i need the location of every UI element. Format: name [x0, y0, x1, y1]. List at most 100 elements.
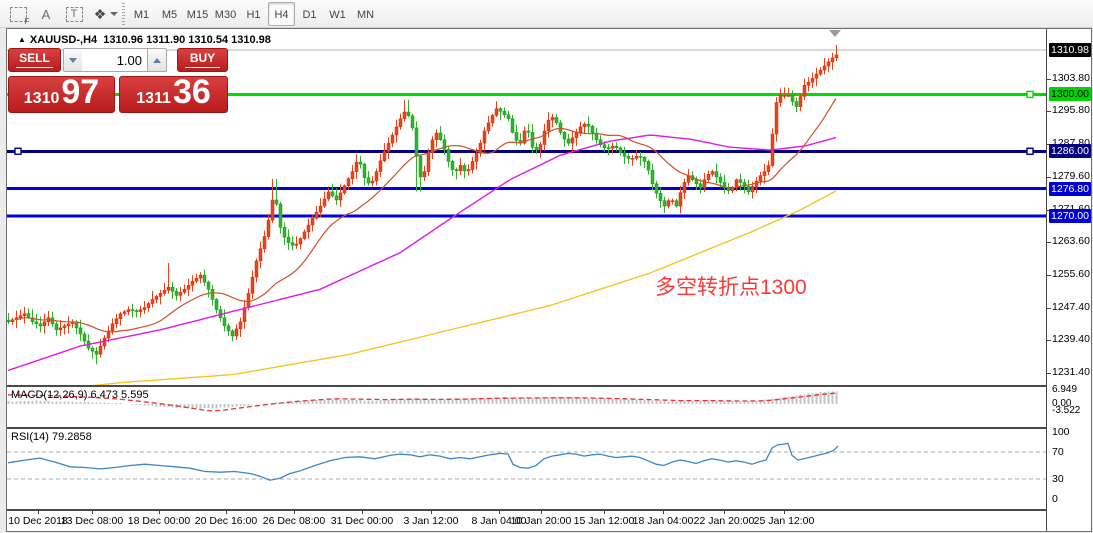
- time-axis-label: 20 Dec 16:00: [195, 515, 257, 527]
- rsi-scale-label: 0: [1052, 493, 1058, 505]
- time-axis[interactable]: 10 Dec 201813 Dec 08:00 18 Dec 00:00 20 De…: [7, 511, 1046, 531]
- dashed-frame-icon: F: [10, 7, 27, 22]
- time-axis-label: 10 Jan 20:00: [511, 515, 572, 527]
- buy-price-main: 1311: [136, 91, 171, 107]
- time-tick-mark: [92, 511, 93, 514]
- buy-button[interactable]: BUY: [177, 48, 228, 72]
- timeframe-button-h1[interactable]: H1: [240, 2, 267, 26]
- rsi-scale-label: 100: [1052, 426, 1070, 438]
- line-handle: [1027, 91, 1033, 97]
- font-tool-icon[interactable]: A: [34, 2, 58, 26]
- rsi-label: RSI(14) 79.2858: [11, 431, 92, 443]
- chart-window: ▲ XAUUSD-,H4 1310.96 1311.90 1310.54 1310…: [7, 29, 1091, 531]
- time-tick-mark: [663, 511, 664, 514]
- time-axis-label: 25 Jan 12:00: [754, 515, 815, 527]
- chart-text-annotation: 多空转折点1300: [655, 271, 807, 301]
- line-handle: [1027, 148, 1033, 154]
- time-tick-mark: [362, 511, 363, 514]
- price-badge: 1310.98: [1049, 43, 1091, 57]
- time-tick-mark: [784, 511, 785, 514]
- price-tick-label: 1231.40: [1052, 366, 1090, 378]
- timeframe-button-m30[interactable]: M30: [212, 2, 239, 26]
- line-handle: [15, 148, 21, 154]
- price-badge: 1276.80: [1049, 182, 1091, 196]
- timeframe-button-h4[interactable]: H4: [268, 2, 295, 26]
- price-tick-mark: [1047, 79, 1051, 80]
- one-click-trade-panel: SELL BUY 1310 97 1311 36: [8, 48, 228, 112]
- price-tick-mark: [1047, 340, 1051, 341]
- ohlc-values: 1310.96 1311.90 1310.54 1310.98: [103, 34, 271, 46]
- price-tick-label: 1295.80: [1052, 104, 1090, 116]
- rsi-canvas[interactable]: [7, 429, 1046, 509]
- timeframe-button-m15[interactable]: M15: [184, 2, 211, 26]
- symbol-period: XAUUSD-,H4: [30, 34, 97, 46]
- timeframe-button-mn[interactable]: MN: [352, 2, 379, 26]
- price-tick-mark: [1047, 275, 1051, 276]
- macd-label: MACD(12,26,9) 6.473 5.595: [11, 389, 149, 401]
- price-tick-label: 1247.40: [1052, 301, 1090, 313]
- time-tick-mark: [604, 511, 605, 514]
- rsi-line: [8, 443, 838, 480]
- sell-price-main: 1310: [24, 91, 60, 107]
- buy-price-button[interactable]: 1311 36: [119, 76, 228, 113]
- time-axis-label: 3 Jan 12:00: [404, 515, 459, 527]
- price-tick-label: 1303.80: [1052, 72, 1090, 84]
- time-tick-mark: [294, 511, 295, 514]
- time-axis-label: 13 Dec 08:00: [61, 515, 123, 527]
- volume-increase-button[interactable]: [147, 48, 167, 72]
- time-tick-mark: [38, 511, 39, 514]
- timeframe-button-d1[interactable]: D1: [296, 2, 323, 26]
- time-tick-mark: [724, 511, 725, 514]
- caret-down-icon: [69, 58, 77, 63]
- time-axis-label: 18 Dec 00:00: [128, 515, 190, 527]
- time-axis-label: 15 Jan 12:00: [574, 515, 635, 527]
- caret-up-icon: [153, 58, 161, 63]
- time-tick-mark: [541, 511, 542, 514]
- price-tick-mark: [1047, 177, 1051, 178]
- timeframe-button-m1[interactable]: M1: [128, 2, 155, 26]
- time-axis-label: 18 Jan 04:00: [633, 515, 694, 527]
- volume-input[interactable]: [82, 48, 148, 72]
- price-badge: 1270.00: [1049, 209, 1091, 223]
- price-tick-mark: [1047, 308, 1051, 309]
- macd-scale-label: 6.949: [1052, 384, 1077, 395]
- text-box-icon: T: [66, 7, 83, 22]
- sell-price-pips: 97: [61, 75, 99, 109]
- arrows-dropdown-caret-icon[interactable]: [108, 2, 120, 26]
- volume-decrease-button[interactable]: [63, 48, 83, 72]
- chart-shift-marker-icon[interactable]: [829, 30, 841, 37]
- price-tick-label: 1279.60: [1052, 170, 1090, 182]
- timeframe-button-m5[interactable]: M5: [156, 2, 183, 26]
- price-badge: 1300.00: [1049, 87, 1091, 101]
- price-tick-label: 1239.40: [1052, 333, 1090, 345]
- macd-scale-label: -3.522: [1052, 405, 1080, 416]
- time-axis-label: 10 Dec 2018: [8, 515, 68, 527]
- time-tick-mark: [159, 511, 160, 514]
- price-badge: 1286.00: [1049, 144, 1091, 158]
- price-tick-label: 1263.60: [1052, 235, 1090, 247]
- price-tick-mark: [1047, 111, 1051, 112]
- time-axis-label: 22 Jan 20:00: [694, 515, 755, 527]
- chart-title: ▲ XAUUSD-,H4 1310.96 1311.90 1310.54 1310…: [18, 34, 271, 46]
- time-tick-mark: [431, 511, 432, 514]
- time-axis-label: 31 Dec 00:00: [331, 515, 393, 527]
- time-tick-mark: [226, 511, 227, 514]
- sell-button[interactable]: SELL: [8, 48, 61, 72]
- rsi-scale-label: 30: [1052, 473, 1064, 485]
- collapse-triangle-icon: ▲: [18, 35, 26, 44]
- time-tick-mark: [499, 511, 500, 514]
- sell-price-button[interactable]: 1310 97: [8, 76, 115, 113]
- timeframe-button-w1[interactable]: W1: [324, 2, 351, 26]
- toolbar-separator: [122, 3, 125, 25]
- macd-canvas[interactable]: [7, 387, 1046, 427]
- price-axis[interactable]: 1303.801295.801287.801279.601271.601263.…: [1046, 29, 1091, 531]
- text-label-tool-icon[interactable]: T: [62, 2, 86, 26]
- buy-price-pips: 36: [173, 75, 211, 109]
- price-tick-label: 1255.60: [1052, 268, 1090, 280]
- price-tick-mark: [1047, 242, 1051, 243]
- top-toolbar: F A T ❖ M1M5M15M30H1H4D1W1MN: [0, 0, 1093, 28]
- frame-tool-icon[interactable]: F: [6, 2, 30, 26]
- price-tick-mark: [1047, 373, 1051, 374]
- rsi-scale-label: 70: [1052, 446, 1064, 458]
- time-axis-label: 26 Dec 08:00: [263, 515, 325, 527]
